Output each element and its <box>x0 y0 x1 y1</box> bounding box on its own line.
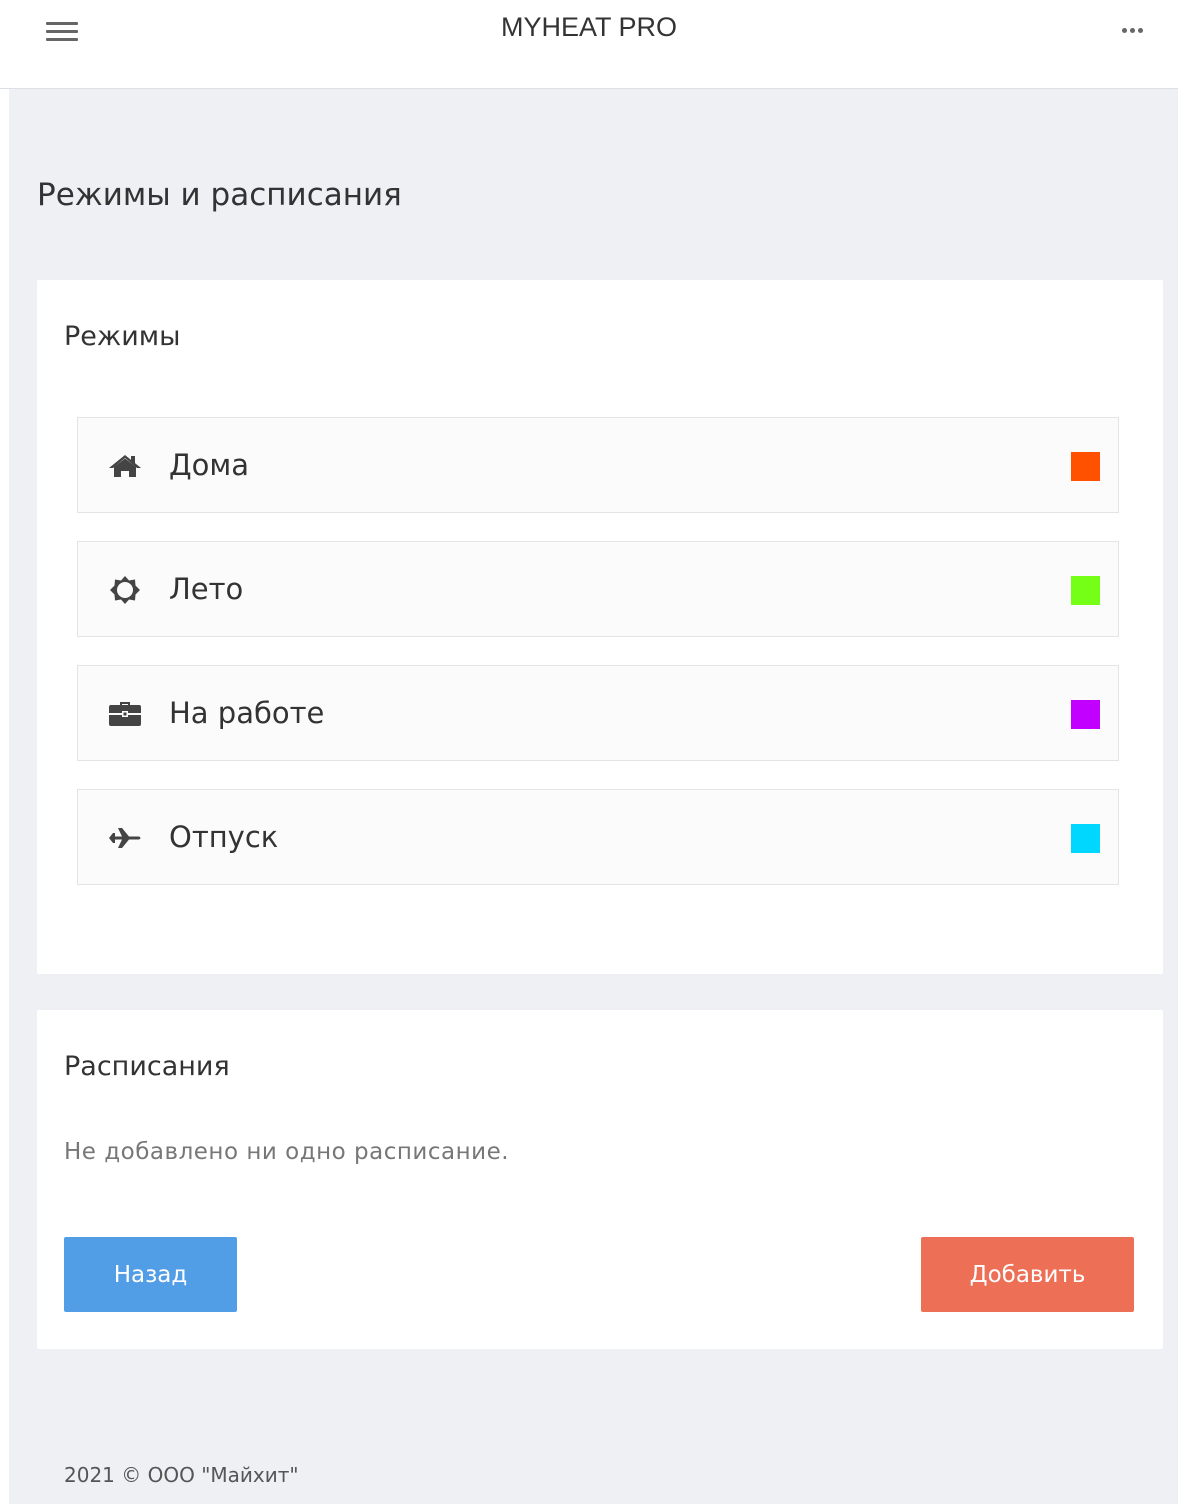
mode-label: Дома <box>169 448 250 482</box>
modes-title: Режимы <box>64 321 181 352</box>
modes-card: Режимы Дома Лето На работе Отпуск <box>37 280 1163 974</box>
home-icon <box>108 452 142 480</box>
page-title: Режимы и расписания <box>37 177 402 213</box>
more-dots-icon[interactable] <box>1120 20 1152 40</box>
main-content: Режимы и расписания Режимы Дома Лето На … <box>9 89 1178 1504</box>
footer-copyright: 2021 © ООО "Майхит" <box>64 1463 299 1487</box>
mode-item-home[interactable]: Дома <box>77 417 1119 513</box>
mode-item-vacation[interactable]: Отпуск <box>77 789 1119 885</box>
back-button[interactable]: Назад <box>64 1237 237 1312</box>
mode-label: Лето <box>169 572 244 606</box>
add-button[interactable]: Добавить <box>921 1237 1134 1312</box>
schedules-title: Расписания <box>64 1051 230 1082</box>
empty-schedules-text: Не добавлено ни одно расписание. <box>64 1139 510 1165</box>
mode-label: На работе <box>169 696 325 730</box>
briefcase-icon <box>108 700 142 728</box>
plane-icon <box>108 824 142 852</box>
mode-item-work[interactable]: На работе <box>77 665 1119 761</box>
mode-label: Отпуск <box>169 820 279 854</box>
color-swatch <box>1071 700 1100 729</box>
color-swatch <box>1071 824 1100 853</box>
schedules-card: Расписания Не добавлено ни одно расписан… <box>37 1010 1163 1349</box>
color-swatch <box>1071 576 1100 605</box>
sun-icon <box>108 576 142 604</box>
mode-item-summer[interactable]: Лето <box>77 541 1119 637</box>
color-swatch <box>1071 452 1100 481</box>
app-title: MYHEAT PRO <box>500 12 678 42</box>
top-bar: MYHEAT PRO <box>0 0 1178 89</box>
